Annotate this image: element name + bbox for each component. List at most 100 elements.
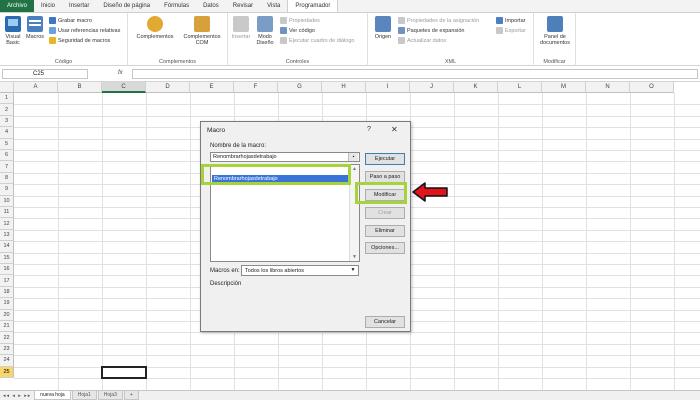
macros-en-select[interactable]: Todos los libros abiertos ▼: [241, 265, 359, 276]
group-modificar: Panel de documentos Modificar: [534, 13, 576, 66]
column-header-g[interactable]: G: [278, 82, 322, 93]
opciones-button[interactable]: Opciones...: [365, 242, 405, 254]
column-header-a[interactable]: A: [14, 82, 58, 93]
fx-icon[interactable]: fx: [118, 70, 123, 76]
actualizar-datos-button[interactable]: Actualizar datos: [398, 37, 446, 44]
usar-referencias-button[interactable]: Usar referencias relativas: [49, 27, 120, 34]
row-header-5[interactable]: 5: [0, 138, 14, 150]
paquetes-expansion-label: Paquetes de expansión: [407, 27, 465, 34]
cancelar-button[interactable]: Cancelar: [365, 316, 405, 328]
xml-source-icon: [375, 16, 391, 32]
complementos-com-button[interactable]: Complementos COM: [180, 16, 224, 46]
row-header-20[interactable]: 20: [0, 309, 14, 321]
row-header-16[interactable]: 16: [0, 264, 14, 276]
close-icon[interactable]: ✕: [391, 125, 398, 134]
exportar-button[interactable]: Exportar: [496, 27, 526, 34]
sheet-nav-arrows-icon[interactable]: ◂◂ ◂ ▸ ▸▸: [0, 393, 34, 399]
column-header-m[interactable]: M: [542, 82, 586, 93]
complementos-button[interactable]: Complementos: [134, 16, 176, 40]
macro-name-input[interactable]: Renombrarhojasdetrabajo: [210, 152, 360, 162]
column-header-d[interactable]: D: [146, 82, 190, 93]
row-header-21[interactable]: 21: [0, 321, 14, 333]
row-header-9[interactable]: 9: [0, 184, 14, 196]
group-complementos: Complementos Complementos COM Complement…: [128, 13, 228, 66]
row-header-6[interactable]: 6: [0, 150, 14, 162]
row-header-18[interactable]: 18: [0, 286, 14, 299]
row-header-4[interactable]: 4: [0, 127, 14, 139]
row-header-1[interactable]: 1: [0, 93, 14, 105]
panel-documentos-button[interactable]: Panel de documentos: [536, 16, 574, 46]
tab-inicio[interactable]: Inicio: [34, 0, 62, 12]
column-header-l[interactable]: L: [498, 82, 542, 93]
grabar-macro-button[interactable]: Grabar macro: [49, 17, 92, 24]
propiedades-button[interactable]: Propiedades: [280, 17, 320, 24]
insertar-control-button[interactable]: Insertar: [230, 16, 252, 40]
column-header-i[interactable]: I: [366, 82, 410, 93]
visual-basic-button[interactable]: Visual Basic: [3, 16, 23, 46]
relative-ref-icon: [49, 27, 56, 34]
crear-button[interactable]: Crear: [365, 207, 405, 219]
column-header-h[interactable]: H: [322, 82, 366, 93]
range-picker-icon[interactable]: ▪: [348, 153, 358, 161]
row-header-8[interactable]: 8: [0, 172, 14, 185]
row-header-11[interactable]: 11: [0, 207, 14, 219]
tab-diseno-pagina[interactable]: Diseño de página: [96, 0, 157, 12]
row-header-23[interactable]: 23: [0, 343, 14, 356]
row-header-12[interactable]: 12: [0, 218, 14, 230]
sheet-tab-hoja3[interactable]: Hoja3: [97, 391, 123, 400]
tab-vista[interactable]: Vista: [260, 0, 287, 12]
help-icon[interactable]: ?: [367, 126, 371, 133]
tab-archivo[interactable]: Archivo: [0, 0, 35, 12]
row-header-25[interactable]: 25: [0, 366, 14, 378]
formula-input[interactable]: [132, 69, 698, 79]
eliminar-button[interactable]: Eliminar: [365, 225, 405, 237]
row-header-24[interactable]: 24: [0, 355, 14, 367]
scroll-down-icon[interactable]: ▼: [352, 254, 357, 260]
column-header-o[interactable]: O: [630, 82, 674, 93]
row-header-15[interactable]: 15: [0, 252, 14, 264]
select-all-corner[interactable]: [0, 82, 14, 93]
tab-insertar[interactable]: Insertar: [62, 0, 96, 12]
import-icon: [496, 17, 503, 24]
origen-button[interactable]: Origen: [372, 16, 394, 40]
modo-diseno-button[interactable]: Modo Diseño: [254, 16, 276, 46]
tab-datos[interactable]: Datos: [196, 0, 226, 12]
name-box[interactable]: C25: [2, 69, 88, 79]
visual-basic-icon: [5, 16, 21, 32]
ejecutar-button[interactable]: Ejecutar: [365, 153, 405, 165]
column-header-n[interactable]: N: [586, 82, 630, 93]
row-header-19[interactable]: 19: [0, 298, 14, 310]
row-header-14[interactable]: 14: [0, 241, 14, 253]
propiedades-asignacion-label: Propiedades de la asignación: [407, 17, 480, 24]
chevron-down-icon[interactable]: ▼: [348, 266, 358, 275]
row-header-2[interactable]: 2: [0, 104, 14, 116]
ejecutar-cuadro-button[interactable]: Ejecutar cuadro de diálogo: [280, 37, 354, 44]
row-header-13[interactable]: 13: [0, 229, 14, 242]
column-header-f[interactable]: F: [234, 82, 278, 93]
tab-formulas[interactable]: Fórmulas: [157, 0, 196, 12]
column-header-e[interactable]: E: [190, 82, 234, 93]
sheet-tab-hoja1[interactable]: Hoja1: [71, 391, 97, 400]
column-header-j[interactable]: J: [410, 82, 454, 93]
tab-programador[interactable]: Programador: [287, 0, 339, 12]
scroll-up-icon[interactable]: ▲: [352, 166, 357, 172]
column-header-b[interactable]: B: [58, 82, 102, 93]
ver-codigo-button[interactable]: Ver código: [280, 27, 315, 34]
new-sheet-icon[interactable]: +: [123, 391, 139, 400]
sheet-tab-nueva-hoja[interactable]: nueva hoja: [34, 391, 71, 400]
row-header-22[interactable]: 22: [0, 332, 14, 344]
paquetes-expansion-button[interactable]: Paquetes de expansión: [398, 27, 465, 34]
row-header-7[interactable]: 7: [0, 161, 14, 173]
row-header-10[interactable]: 10: [0, 195, 14, 207]
export-icon: [496, 27, 503, 34]
active-cell[interactable]: [101, 365, 147, 379]
importar-button[interactable]: Importar: [496, 17, 525, 24]
tab-revisar[interactable]: Revisar: [226, 0, 260, 12]
column-header-c[interactable]: C: [102, 82, 146, 93]
row-header-3[interactable]: 3: [0, 115, 14, 128]
propiedades-asignacion-button[interactable]: Propiedades de la asignación: [398, 17, 479, 24]
column-header-k[interactable]: K: [454, 82, 498, 93]
row-header-17[interactable]: 17: [0, 275, 14, 287]
macros-button[interactable]: Macros: [25, 16, 45, 40]
seguridad-macros-button[interactable]: Seguridad de macros: [49, 37, 110, 44]
